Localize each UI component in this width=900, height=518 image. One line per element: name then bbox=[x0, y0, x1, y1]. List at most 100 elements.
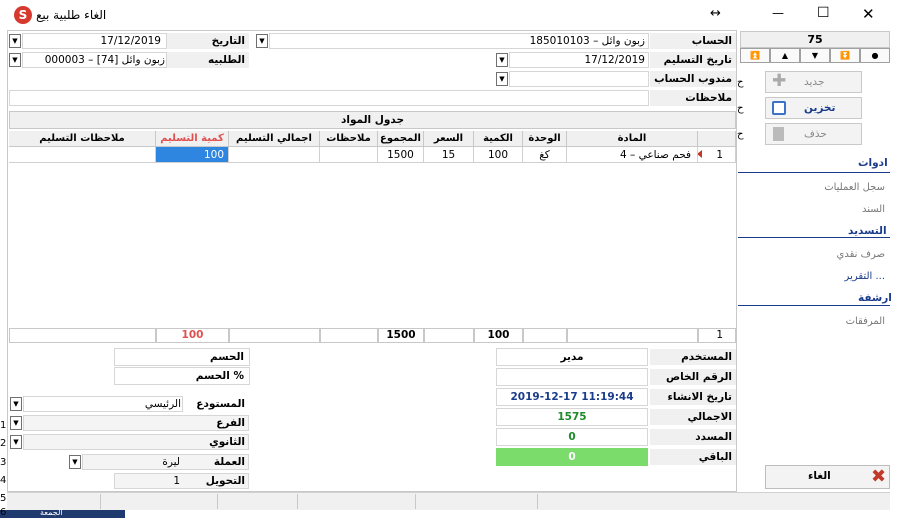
secondary-dropdown-icon[interactable]: ▼ bbox=[10, 435, 22, 449]
discount-label: الحسم bbox=[190, 349, 248, 365]
col-item[interactable]: المادة bbox=[567, 131, 698, 147]
minimize-button[interactable]: — bbox=[772, 6, 784, 20]
conversion-label: التحويل bbox=[205, 475, 245, 487]
record-number: 75 bbox=[807, 33, 823, 46]
currency-value: ليرة bbox=[162, 456, 180, 468]
notes-field[interactable] bbox=[9, 90, 649, 106]
private-no-label: الرقم الخاص bbox=[650, 369, 736, 385]
private-no-value bbox=[496, 369, 648, 385]
delivery-date-value: 17/12/2019 bbox=[584, 54, 645, 66]
col-delivered-total[interactable]: اجمالي التسليم bbox=[229, 131, 320, 147]
footer-item bbox=[567, 328, 698, 343]
edge-number-1: 1 bbox=[0, 420, 7, 431]
app-logo-icon: S bbox=[14, 6, 32, 24]
status-bar bbox=[7, 492, 890, 510]
delivery-date-dropdown-icon[interactable]: ▼ bbox=[496, 53, 508, 67]
col-total[interactable]: المجموع bbox=[378, 131, 424, 147]
total-value: 1575 bbox=[557, 411, 587, 423]
delete-button[interactable]: حذف bbox=[765, 123, 862, 145]
close-button[interactable]: ✕ bbox=[862, 5, 875, 23]
footer-qty-total: 100 bbox=[474, 328, 523, 343]
voucher-link[interactable]: السند bbox=[862, 204, 885, 215]
created-value: 2019-12-17 11:19:44 bbox=[510, 391, 634, 403]
col-delivered-qty[interactable]: كمية التسليم bbox=[156, 131, 229, 147]
move-icon[interactable]: ↔ bbox=[710, 6, 721, 21]
warehouse-label: المستودع bbox=[183, 396, 249, 412]
account-label: الحساب bbox=[650, 33, 736, 49]
cancel-button[interactable]: الغاء ✖ bbox=[765, 465, 890, 489]
table-cell-notes[interactable] bbox=[320, 147, 378, 163]
edge-number-6: 6 bbox=[0, 507, 7, 518]
tools-header: ادوات bbox=[858, 157, 888, 169]
table-cell-unit[interactable]: كغ bbox=[523, 147, 567, 163]
col-delivery-notes[interactable]: ملاحظات التسليم bbox=[9, 131, 156, 147]
currency-dropdown-icon[interactable]: ▼ bbox=[69, 455, 81, 469]
table-cell-price[interactable]: 15 bbox=[424, 147, 474, 163]
rep-dropdown-icon[interactable]: ▼ bbox=[496, 72, 508, 86]
table-cell-item[interactable]: 4 – فحم صناعي bbox=[567, 147, 698, 163]
attachments-link[interactable]: المرفقات bbox=[846, 316, 885, 327]
save-label: تخزين bbox=[804, 102, 836, 114]
cancel-x-icon: ✖ bbox=[871, 466, 887, 487]
save-button[interactable]: تخزين bbox=[765, 97, 862, 119]
discount-pct-label: الحسم % bbox=[190, 368, 248, 384]
table-cell-delivery-notes[interactable] bbox=[9, 147, 156, 163]
archive-divider bbox=[738, 305, 890, 306]
ops-log-link[interactable]: سجل العمليات bbox=[824, 182, 885, 193]
edge-letter-3: ح bbox=[737, 129, 744, 140]
warehouse-value: الرئيسي bbox=[144, 398, 181, 410]
user-value: مدير bbox=[560, 351, 584, 363]
edge-number-4: 4 bbox=[0, 475, 7, 486]
footer-price bbox=[424, 328, 474, 343]
edge-letter-2: ح bbox=[737, 103, 744, 114]
date-value: 17/12/2019 bbox=[100, 35, 161, 47]
col-price[interactable]: السعر bbox=[424, 131, 474, 147]
user-label: المستخدم bbox=[650, 349, 736, 365]
report-link[interactable]: التقرير ... bbox=[845, 271, 885, 282]
nav-next-button[interactable]: ▼ bbox=[800, 48, 830, 63]
title-bar: S الغاء طلبية بيع ↔ — ☐ ✕ bbox=[0, 0, 890, 30]
order-label: الطلبيه bbox=[167, 52, 249, 68]
document-icon bbox=[773, 127, 784, 141]
rep-label: مندوب الحساب bbox=[650, 71, 736, 87]
nav-last-button[interactable]: ⏬ bbox=[830, 48, 860, 63]
new-button[interactable]: ✚ جديد bbox=[765, 71, 862, 93]
edge-number-3: 3 bbox=[0, 457, 7, 468]
payment-divider bbox=[738, 237, 890, 238]
delivery-date-label: تاريخ التسليم bbox=[650, 52, 736, 68]
table-cell-delivered-qty[interactable]: 100 bbox=[156, 147, 229, 163]
col-qty[interactable]: الكمية bbox=[474, 131, 523, 147]
payment-header: التسديد bbox=[848, 225, 887, 237]
nav-prev-button[interactable]: ▲ bbox=[770, 48, 800, 63]
order-dropdown-icon[interactable]: ▼ bbox=[9, 53, 21, 67]
paid-label: المسدد bbox=[650, 429, 736, 445]
maximize-button[interactable]: ☐ bbox=[817, 5, 830, 21]
footer-notes bbox=[320, 328, 378, 343]
date-label: التاريخ bbox=[167, 33, 249, 49]
grid-title: جدول المواد bbox=[9, 111, 736, 129]
col-corner bbox=[698, 131, 736, 147]
delete-label: حذف bbox=[804, 128, 827, 140]
paid-value: 0 bbox=[568, 431, 576, 443]
nav-current-button[interactable]: ● bbox=[860, 48, 890, 63]
table-cell-qty[interactable]: 100 bbox=[474, 147, 523, 163]
nav-first-button[interactable]: ⏫ bbox=[740, 48, 770, 63]
remaining-value: 0 bbox=[568, 451, 576, 463]
warehouse-dropdown-icon[interactable]: ▼ bbox=[10, 397, 22, 411]
tools-divider bbox=[738, 172, 890, 173]
conversion-value: 1 bbox=[173, 475, 180, 487]
table-cell-delivered-total[interactable] bbox=[229, 147, 320, 163]
branch-dropdown-icon[interactable]: ▼ bbox=[10, 416, 22, 430]
rep-field[interactable] bbox=[509, 71, 649, 87]
col-notes[interactable]: ملاحظات bbox=[320, 131, 378, 147]
footer-sum-total: 1500 bbox=[378, 328, 424, 343]
cash-out-link[interactable]: صرف نقدي bbox=[837, 249, 885, 260]
account-dropdown-icon[interactable]: ▼ bbox=[256, 34, 268, 48]
taskbar-label: الجمعة bbox=[40, 508, 63, 517]
col-unit[interactable]: الوحدة bbox=[523, 131, 567, 147]
table-cell-total[interactable]: 1500 bbox=[378, 147, 424, 163]
branch-label: الفرع bbox=[216, 417, 245, 429]
date-dropdown-icon[interactable]: ▼ bbox=[9, 34, 21, 48]
edge-letter-1: ح bbox=[737, 77, 744, 88]
edge-number-5: 5 bbox=[0, 493, 7, 504]
